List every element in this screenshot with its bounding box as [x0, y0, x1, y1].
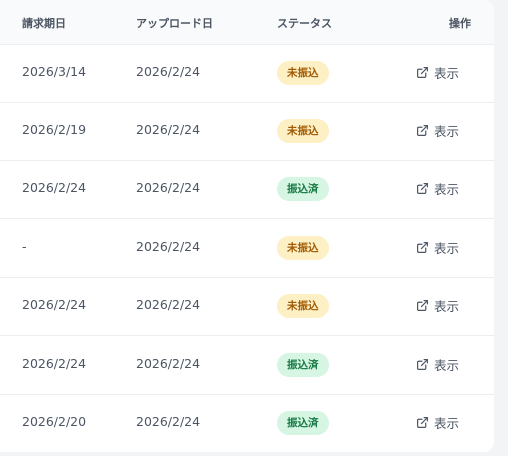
status-badge: 未振込 — [277, 294, 329, 318]
status-badge: 振込済 — [277, 177, 329, 201]
cell-due-date: 2026/2/24 — [22, 297, 87, 312]
view-button[interactable]: 表示 — [416, 293, 459, 317]
external-link-icon — [416, 299, 429, 312]
invoice-table: 請求期日 アップロード日 ステータス 操作 2026/3/14 2026/2/24… — [0, 0, 494, 452]
cell-upload-date: 2026/2/24 — [136, 180, 201, 195]
header-actions: 操作 — [449, 17, 471, 30]
view-button-label: 表示 — [434, 298, 460, 314]
table-row: 2026/3/14 2026/2/24 未振込 表示 — [0, 44, 494, 103]
external-link-icon — [416, 416, 429, 429]
cell-upload-date: 2026/2/24 — [136, 414, 201, 429]
view-button[interactable]: 表示 — [416, 118, 459, 142]
view-button[interactable]: 表示 — [416, 410, 459, 434]
view-button[interactable]: 表示 — [416, 60, 459, 84]
view-button-label: 表示 — [434, 123, 460, 139]
view-button[interactable]: 表示 — [416, 352, 459, 376]
cell-upload-date: 2026/2/24 — [136, 64, 201, 79]
cell-upload-date: 2026/2/24 — [136, 297, 201, 312]
cell-due-date: - — [22, 239, 27, 254]
header-due-date: 請求期日 — [22, 17, 66, 30]
view-button-label: 表示 — [434, 415, 460, 431]
external-link-icon — [416, 182, 429, 195]
table-row: 2026/2/24 2026/2/24 振込済 表示 — [0, 336, 494, 395]
cell-due-date: 2026/3/14 — [22, 64, 87, 79]
external-link-icon — [416, 358, 429, 371]
status-badge: 未振込 — [277, 236, 329, 260]
header-status: ステータス — [277, 17, 332, 30]
table-row: 2026/2/24 2026/2/24 未振込 表示 — [0, 277, 494, 336]
status-badge: 未振込 — [277, 61, 329, 85]
external-link-icon — [416, 241, 429, 254]
cell-due-date: 2026/2/24 — [22, 356, 87, 371]
table-header: 請求期日 アップロード日 ステータス 操作 — [0, 0, 494, 45]
view-button-label: 表示 — [434, 357, 460, 373]
cell-due-date: 2026/2/24 — [22, 180, 87, 195]
cell-upload-date: 2026/2/24 — [136, 122, 201, 137]
table-row: - 2026/2/24 未振込 表示 — [0, 219, 494, 278]
header-upload-date: アップロード日 — [136, 17, 213, 30]
cell-upload-date: 2026/2/24 — [136, 239, 201, 254]
status-badge: 振込済 — [277, 353, 329, 377]
table-row: 2026/2/24 2026/2/24 振込済 表示 — [0, 160, 494, 219]
cell-due-date: 2026/2/19 — [22, 122, 87, 137]
table-row: 2026/2/20 2026/2/24 振込済 表示 — [0, 394, 494, 452]
status-badge: 振込済 — [277, 411, 329, 435]
cell-due-date: 2026/2/20 — [22, 414, 87, 429]
external-link-icon — [416, 124, 429, 137]
status-badge: 未振込 — [277, 119, 329, 143]
external-link-icon — [416, 66, 429, 79]
view-button-label: 表示 — [434, 181, 460, 197]
view-button-label: 表示 — [434, 240, 460, 256]
view-button[interactable]: 表示 — [416, 176, 459, 200]
cell-upload-date: 2026/2/24 — [136, 356, 201, 371]
view-button[interactable]: 表示 — [416, 235, 459, 259]
table-row: 2026/2/19 2026/2/24 未振込 表示 — [0, 102, 494, 161]
view-button-label: 表示 — [434, 65, 460, 81]
